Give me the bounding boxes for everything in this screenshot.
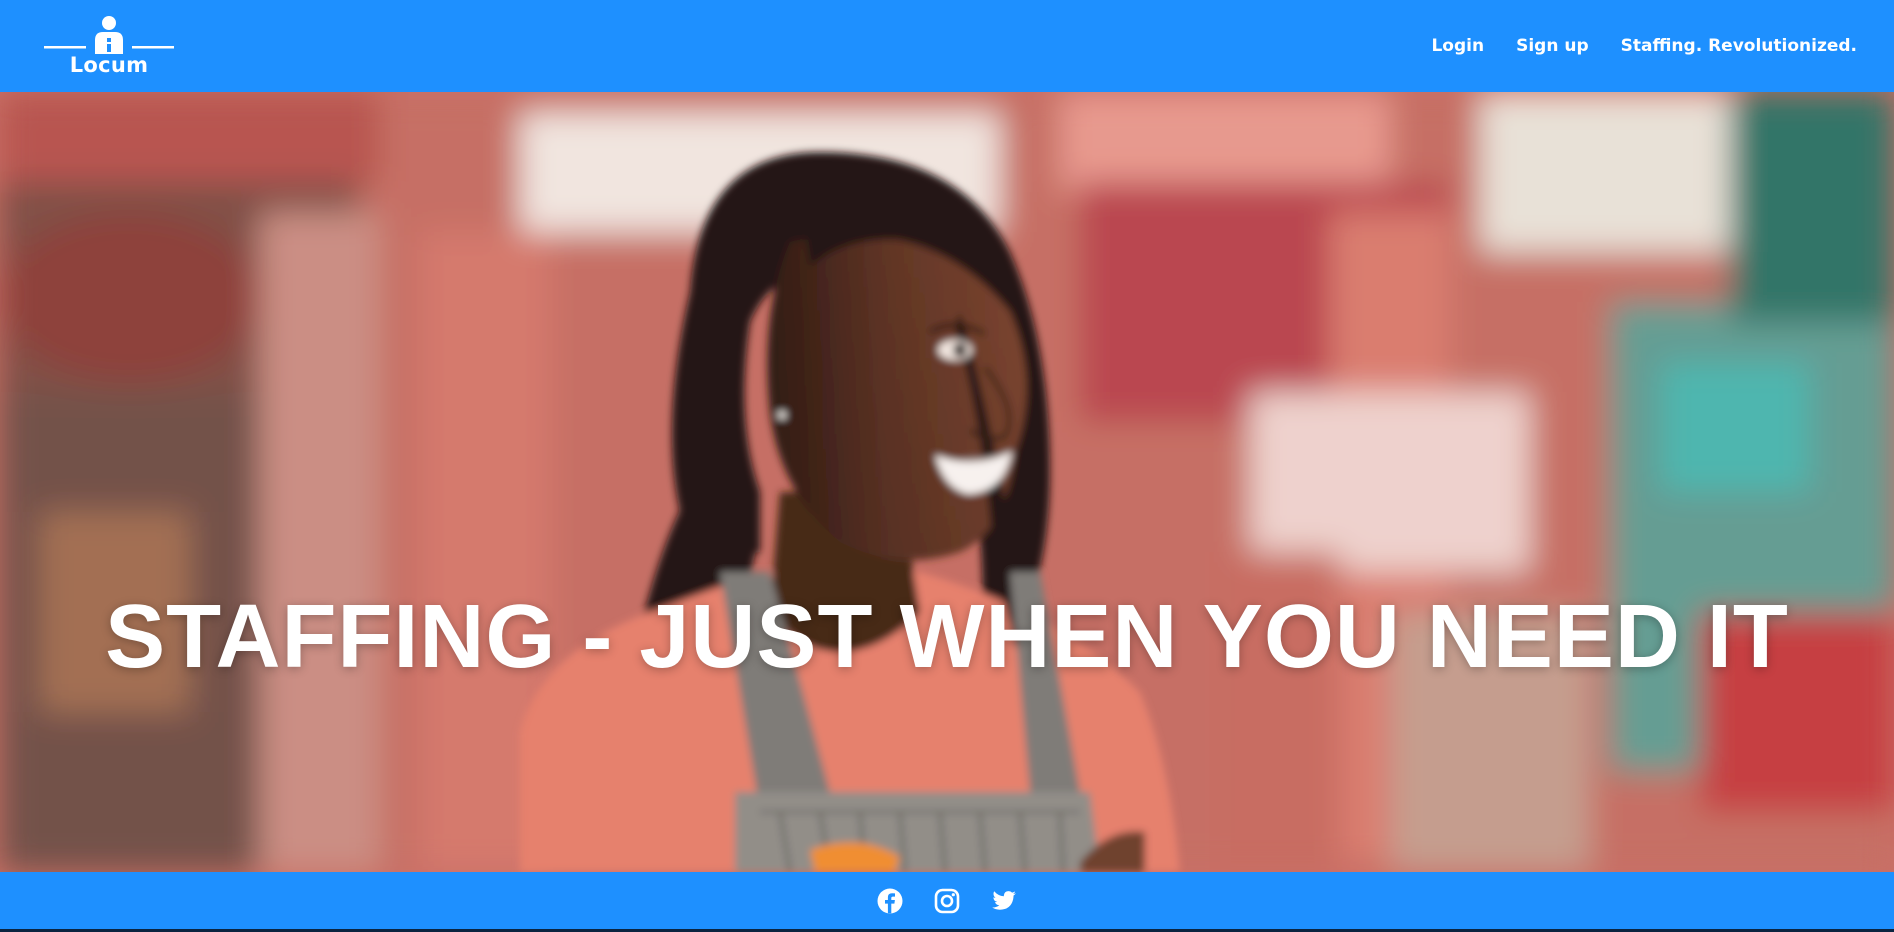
brand-logo[interactable]: Locum (44, 16, 174, 78)
nav-signup-link[interactable]: Sign up (1516, 34, 1589, 58)
person-logo-icon (44, 16, 174, 54)
nav-menu: Login Sign up Staffing. Revolutionized. (1431, 34, 1857, 58)
social-links (877, 888, 1017, 914)
nav-tagline-link[interactable]: Staffing. Revolutionized. (1621, 34, 1857, 58)
facebook-icon[interactable] (877, 888, 903, 914)
instagram-icon[interactable] (934, 888, 960, 914)
hero-heading: STAFFING - JUST WHEN YOU NEED IT (105, 587, 1789, 687)
top-navbar: Locum Login Sign up Staffing. Revolution… (0, 0, 1894, 92)
hero-photo (0, 92, 1894, 872)
footer-bar (0, 872, 1894, 929)
twitter-icon[interactable] (991, 888, 1017, 914)
nav-login-link[interactable]: Login (1431, 34, 1484, 58)
brand-name: Locum (69, 53, 149, 77)
hero-banner: STAFFING - JUST WHEN YOU NEED IT (0, 92, 1894, 872)
